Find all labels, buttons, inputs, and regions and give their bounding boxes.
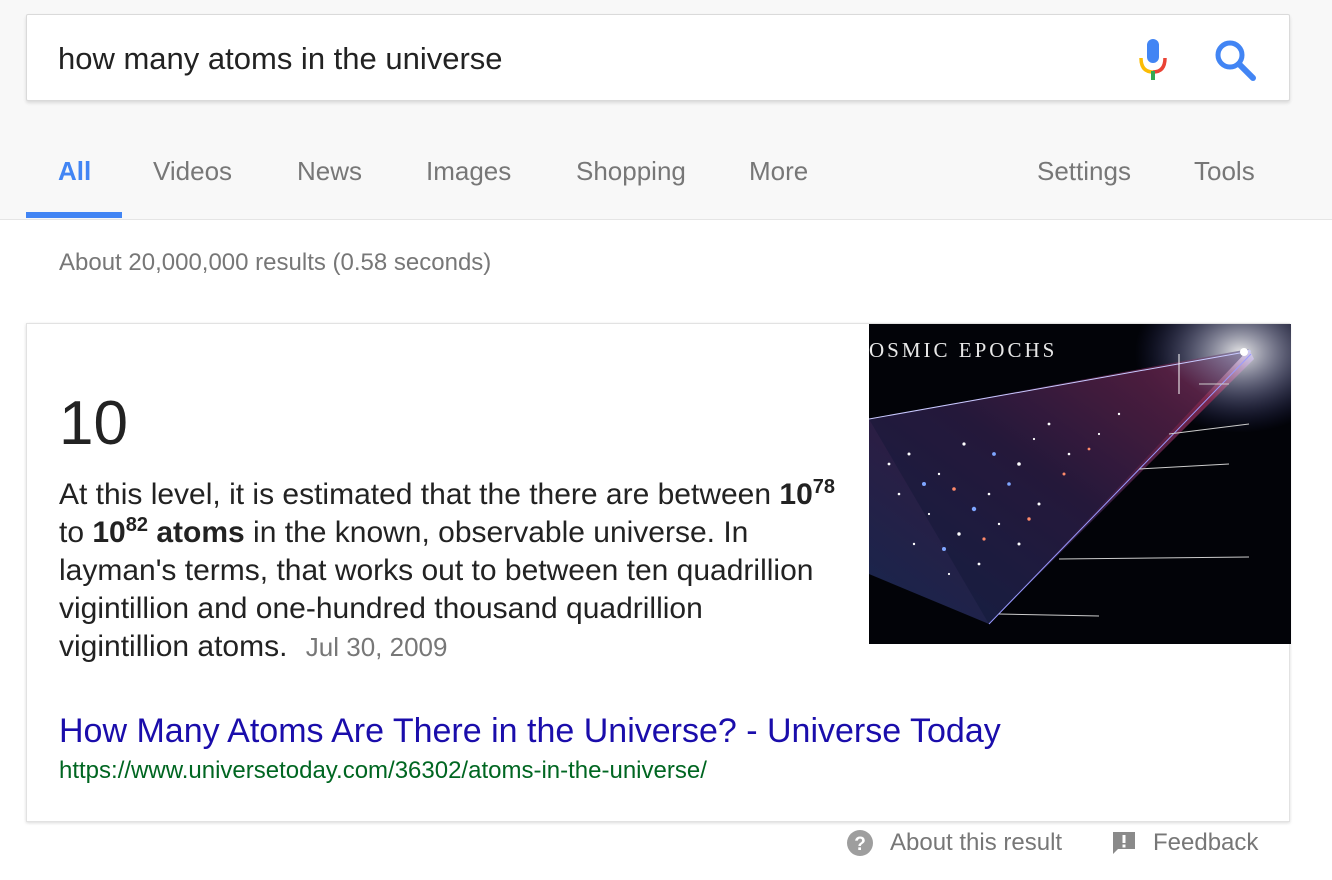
voice-search-button[interactable] — [1136, 37, 1170, 83]
snippet-to: to — [59, 516, 85, 549]
search-tabs: All Videos News Images Shopping More Set… — [0, 150, 1332, 219]
snippet-exponent-1: 78 — [812, 476, 836, 498]
microphone-icon — [1139, 39, 1167, 80]
featured-snippet: 10 At this level, it is estimated that t… — [26, 323, 1291, 822]
svg-text:?: ? — [854, 834, 866, 855]
snippet-date: Jul 30, 2009 — [305, 632, 448, 662]
search-button[interactable] — [1212, 37, 1258, 83]
cosmic-epochs-illustration — [869, 324, 1291, 644]
image-caption: OSMIC EPOCHS — [869, 338, 1058, 362]
featured-answer: 10 — [59, 389, 128, 458]
question-circle-icon: ? — [846, 829, 874, 857]
feedback-label: Feedback — [1153, 829, 1259, 856]
snippet-base-2: 10 — [92, 516, 126, 549]
active-tab-indicator — [26, 212, 122, 218]
tab-all[interactable]: All — [58, 156, 91, 187]
tab-images[interactable]: Images — [426, 156, 511, 187]
cosmic-epochs-image[interactable]: OSMIC EPOCHS — [869, 324, 1291, 644]
snippet-exponent-2: 82 — [125, 514, 148, 536]
snippet-atoms: atoms — [156, 516, 245, 549]
snippet-base-1: 10 — [779, 478, 813, 511]
tab-videos[interactable]: Videos — [153, 156, 232, 187]
tab-shopping[interactable]: Shopping — [576, 156, 686, 187]
result-url: https://www.universetoday.com/36302/atom… — [59, 757, 707, 784]
search-input[interactable] — [58, 39, 1058, 79]
about-this-result-label: About this result — [890, 829, 1063, 856]
tab-more[interactable]: More — [749, 156, 808, 187]
tab-news[interactable]: News — [297, 156, 362, 187]
header-area: All Videos News Images Shopping More Set… — [0, 0, 1332, 220]
snippet-intro: At this level, it is estimated that the … — [59, 478, 772, 511]
feedback-icon — [1111, 830, 1137, 856]
about-this-result-link[interactable]: ? About this result — [846, 829, 1062, 857]
result-title-link[interactable]: How Many Atoms Are There in the Universe… — [59, 712, 1001, 751]
magnifier-icon — [1215, 40, 1256, 81]
feedback-link[interactable]: Feedback — [1111, 829, 1258, 857]
tab-settings[interactable]: Settings — [1037, 156, 1131, 187]
result-stats: About 20,000,000 results (0.58 seconds) — [59, 249, 492, 276]
search-box — [26, 14, 1290, 101]
tab-tools[interactable]: Tools — [1194, 156, 1255, 187]
snippet-text: At this level, it is estimated that the … — [59, 476, 839, 666]
